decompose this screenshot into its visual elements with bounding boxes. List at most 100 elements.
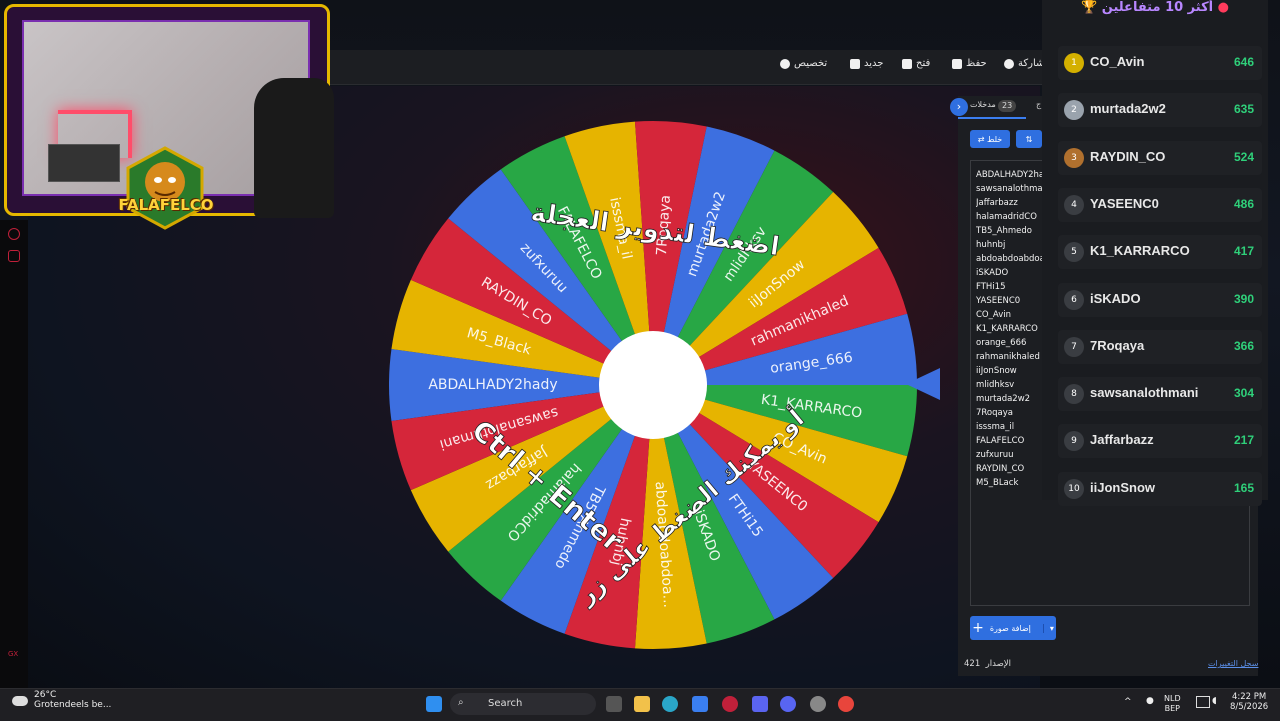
entry-line: FALAFELCO <box>976 436 1025 446</box>
taskbar-search[interactable]: ⌕ Search <box>450 693 596 715</box>
entry-line: halamadridCO <box>976 212 1037 222</box>
changelog-link[interactable]: سجل التغييرات <box>1208 659 1258 668</box>
open-label: فتح <box>916 58 931 69</box>
language-indicator[interactable]: NLD BEP <box>1164 694 1181 714</box>
task-view-icon[interactable] <box>606 696 622 712</box>
sort-icon: ⇅ <box>1025 134 1033 144</box>
live-dot-icon: ● <box>1213 0 1229 15</box>
rank-badge: 1 <box>1064 53 1084 73</box>
leaderboard-row: 7 7Roqaya 366 <box>1058 329 1262 364</box>
clock[interactable]: 4:22 PM 8/5/2026 <box>1230 692 1268 712</box>
leaderboard-username: K1_KARRARCO <box>1090 243 1190 259</box>
leaderboard-row: 6 iSKADO 390 <box>1058 282 1262 317</box>
version-number: 421 <box>964 659 981 669</box>
collapse-panel-button[interactable]: › <box>950 98 968 116</box>
top-toolbar: تخصيص جديد فتح حفظ مشاركة <box>330 50 1050 85</box>
entry-line: murtada2w2 <box>976 394 1031 404</box>
leaderboard-username: CO_Avin <box>1090 54 1145 69</box>
app-icon[interactable] <box>752 696 768 712</box>
store-icon[interactable] <box>692 696 708 712</box>
wheel-center[interactable] <box>599 331 707 439</box>
tab-entries[interactable]: مدخلات <box>970 100 996 109</box>
edge-icon[interactable] <box>662 696 678 712</box>
rank-badge: 6 <box>1064 289 1084 310</box>
discord-icon[interactable] <box>780 696 796 712</box>
mic-icon[interactable]: ● <box>1146 696 1154 706</box>
open-button[interactable]: فتح <box>902 58 930 69</box>
leaderboard-username: iSKADO <box>1090 290 1141 306</box>
date: 8/5/2026 <box>1230 702 1269 712</box>
folder-icon <box>902 58 912 69</box>
trophy-icon: 🏆 <box>1081 0 1102 15</box>
wheel-slice-label: ABDALHADY2hady <box>428 377 557 393</box>
share-icon <box>1004 58 1014 69</box>
entry-line: sawsanalothmani <box>976 184 1042 194</box>
weather-widget[interactable]: 26°C Grotendeels be... <box>12 690 111 710</box>
entry-line: abdoabdoabdoabdo <box>976 254 1042 264</box>
leaderboard-row: 9 Jaffarbazz 217 <box>1058 424 1262 459</box>
entry-line: Jaffarbazz <box>976 198 1018 208</box>
search-icon: ⌕ <box>458 697 464 708</box>
spin-wheel[interactable]: ABDALHADY2hadyM5_BlackRAYDIN_COzufxuruuF… <box>386 118 920 652</box>
entry-line: huhnbj <box>976 240 1006 250</box>
rank-badge: 7 <box>1064 336 1084 357</box>
opera-gx-icon[interactable] <box>722 696 738 712</box>
new-button[interactable]: جديد <box>850 58 883 69</box>
network-icon[interactable] <box>1196 696 1210 708</box>
chrome-icon[interactable] <box>838 696 854 712</box>
leaderboard-username: sawsanalothmani <box>1090 385 1199 401</box>
chat-icon[interactable] <box>8 250 20 262</box>
leaderboard-score: 304 <box>1233 386 1254 401</box>
entry-line: K1_KARRARCO <box>976 324 1038 334</box>
chevron-up-icon[interactable]: ^ <box>1124 697 1132 707</box>
leaderboard-username: RAYDIN_CO <box>1090 148 1166 164</box>
tab-results[interactable]: ج <box>1036 100 1041 109</box>
add-image-label: إضافة صورة <box>989 623 1031 633</box>
leaderboard-row: 2 murtada2w2 635 <box>1058 93 1262 128</box>
leaderboard-row: 5 K1_KARRARCO 417 <box>1058 235 1262 270</box>
leaderboard-username: 7Roqaya <box>1090 337 1145 353</box>
entry-line: YASEENC0 <box>976 296 1021 306</box>
add-image-button[interactable]: + إضافة صورة ▾ <box>970 616 1056 640</box>
save-button[interactable]: حفظ <box>952 58 987 69</box>
entry-line: ABDALHADY2hady <box>976 170 1042 180</box>
gx-icon[interactable]: GX <box>8 650 18 658</box>
leaderboard-row: 3 RAYDIN_CO 524 <box>1058 140 1262 175</box>
entry-line: zufxuruu <box>976 450 1014 460</box>
wheel-pointer-icon <box>906 368 940 400</box>
entry-line: TB5_Ahmedo <box>976 226 1032 236</box>
leaderboard-username: Jaffarbazz <box>1090 432 1154 448</box>
customize-button[interactable]: تخصيص <box>780 58 827 69</box>
sort-button[interactable]: ⇅ <box>1016 130 1042 148</box>
shuffle-button[interactable]: ⇄ خلط <box>970 130 1010 148</box>
rank-badge: 3 <box>1064 147 1084 168</box>
volume-icon[interactable]: ◖ <box>1212 696 1217 706</box>
leaderboard-score: 417 <box>1233 244 1254 259</box>
entry-line: 7Roqaya <box>976 408 1013 418</box>
leaderboard-title: 🏆 أكثر 10 متفاعلين ● <box>1042 0 1268 15</box>
temperature: 26°C <box>34 690 57 700</box>
record-icon[interactable] <box>8 228 20 240</box>
cloud-icon <box>12 696 28 706</box>
leaderboard-username: YASEENC0 <box>1090 195 1159 211</box>
file-explorer-icon[interactable] <box>634 696 650 712</box>
app-2-icon[interactable] <box>810 696 826 712</box>
entry-line: iiJonSnow <box>976 366 1017 376</box>
search-placeholder: Search <box>488 698 523 709</box>
entry-line: rahmanikhaled <box>976 352 1040 362</box>
leaderboard-score: 646 <box>1233 55 1254 69</box>
leaderboard-row: 1 CO_Avin 646 <box>1058 46 1262 80</box>
save-icon <box>952 58 962 69</box>
weather-description: Grotendeels be... <box>34 700 112 710</box>
left-strip: GX <box>0 220 28 688</box>
leaderboard-row: 8 sawsanalothmani 304 <box>1058 377 1262 412</box>
logo-text: FALAFELCO <box>118 196 214 214</box>
leaderboard-username: iiJonSnow <box>1090 479 1155 495</box>
chair <box>254 78 334 218</box>
dropdown-caret-icon[interactable]: ▾ <box>1042 623 1054 633</box>
version-label: الإصدار <box>985 659 1011 669</box>
shuffle-icon: ⇄ <box>977 134 988 144</box>
start-windows-icon[interactable] <box>426 696 442 712</box>
entry-line: mlidhksv <box>976 380 1015 390</box>
falafelco-logo-icon <box>126 146 204 230</box>
